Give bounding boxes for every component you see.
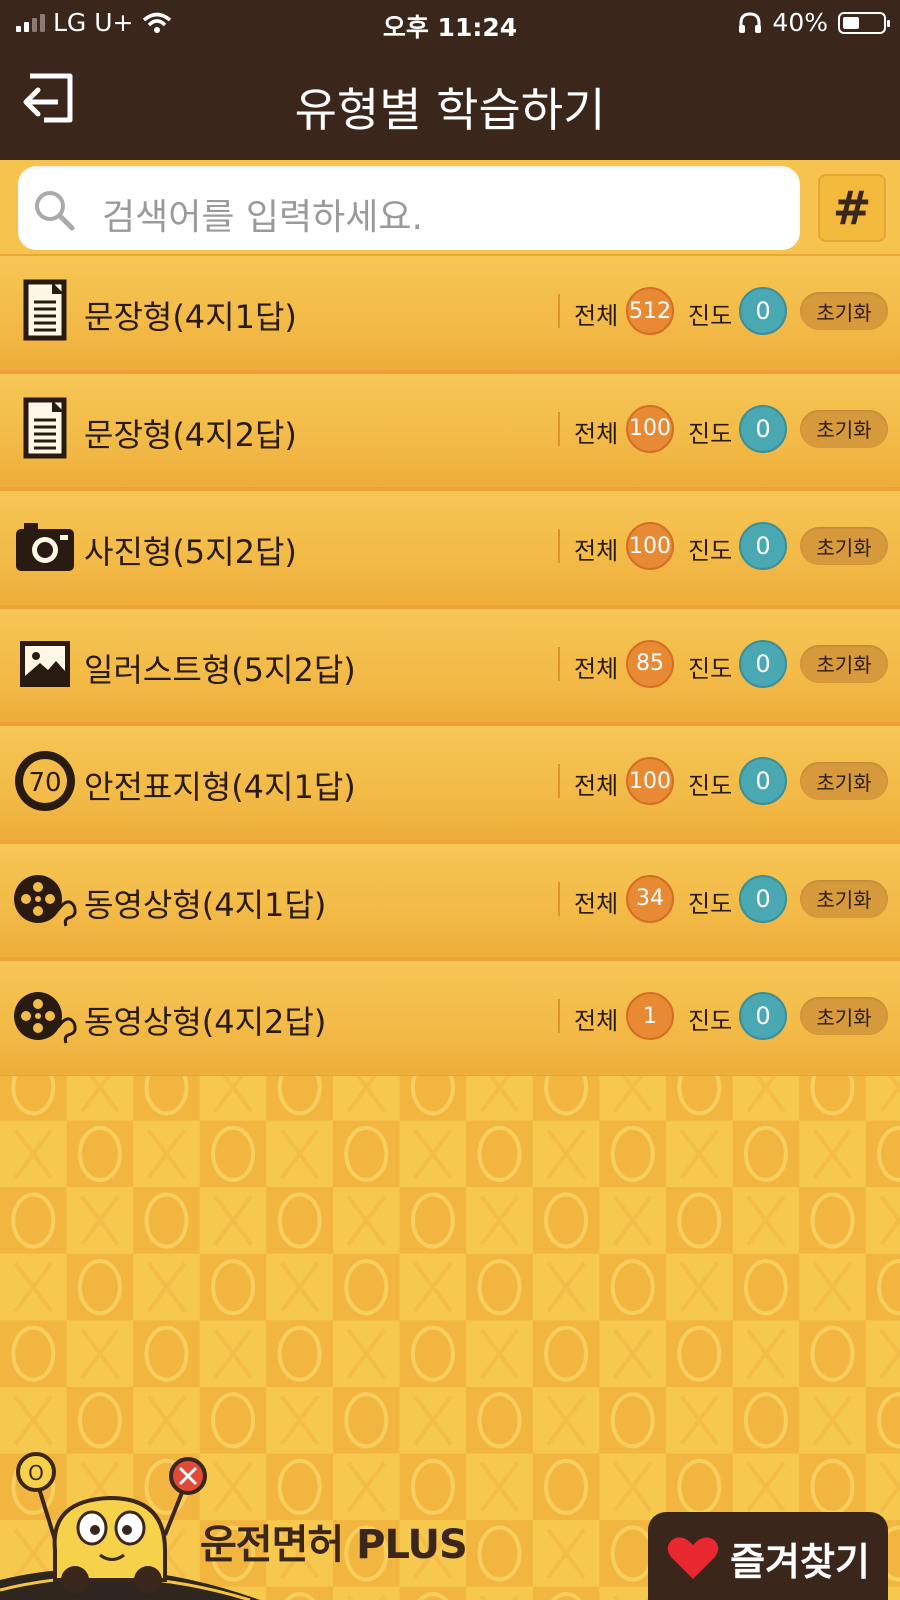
status-bar: LG U+ 오후 11:24 40% bbox=[0, 0, 900, 44]
progress-count-badge: 0 bbox=[739, 874, 787, 923]
category-label: 일러스트형(5지2답) bbox=[84, 650, 356, 689]
search-icon bbox=[35, 191, 75, 231]
category-row[interactable]: 사진형(5지2답) 전체 100 진도 0 초기화 bbox=[0, 491, 900, 609]
progress-label: 진도 bbox=[688, 1007, 733, 1035]
picture-icon bbox=[12, 631, 78, 697]
total-label: 전체 bbox=[574, 302, 619, 330]
total-label: 전체 bbox=[574, 654, 619, 683]
category-label: 동영상형(4지1답) bbox=[84, 885, 327, 924]
progress-count-badge: 0 bbox=[739, 287, 787, 335]
search-input[interactable]: 검색어를 입력하세요. bbox=[18, 166, 800, 250]
total-label: 전체 bbox=[574, 772, 619, 800]
reset-button[interactable]: 초기화 bbox=[800, 292, 888, 330]
divider bbox=[558, 881, 560, 916]
battery-icon bbox=[838, 11, 890, 34]
category-row[interactable]: 70 안전표지형(4지1답) 전체 100 진도 0 초기화 bbox=[0, 726, 900, 844]
category-label: 사진형(5지2답) bbox=[84, 533, 297, 571]
progress-count-badge: 0 bbox=[739, 992, 787, 1040]
category-label: 문장형(4지1답) bbox=[84, 298, 297, 336]
reset-button[interactable]: 초기화 bbox=[800, 997, 888, 1035]
progress-label: 진도 bbox=[688, 537, 733, 565]
total-count-badge: 100 bbox=[626, 404, 674, 453]
progress-count-badge: 0 bbox=[739, 757, 787, 805]
total-count-badge: 85 bbox=[626, 639, 674, 688]
category-row[interactable]: 문장형(4지1답) 전체 512 진도 0 초기화 bbox=[0, 256, 900, 374]
total-label: 전체 bbox=[574, 889, 619, 918]
progress-count-badge: 0 bbox=[739, 522, 787, 570]
battery-percent: 40% bbox=[772, 8, 828, 37]
reset-button[interactable]: 초기화 bbox=[800, 644, 888, 683]
total-count-badge: 34 bbox=[626, 874, 674, 923]
app-logo-text: 운전면허 PLUS bbox=[200, 1522, 468, 1568]
progress-label: 진도 bbox=[688, 889, 733, 918]
category-label: 안전표지형(4지1답) bbox=[84, 768, 356, 806]
film-reel-icon bbox=[12, 983, 78, 1049]
progress-count-badge: 0 bbox=[739, 639, 787, 688]
progress-label: 진도 bbox=[688, 302, 733, 330]
total-count-badge: 512 bbox=[626, 287, 674, 335]
total-count-badge: 1 bbox=[626, 992, 674, 1040]
svg-text:O: O bbox=[28, 1461, 44, 1485]
speed-sign-icon: 70 bbox=[12, 748, 78, 814]
document-icon bbox=[12, 396, 78, 462]
progress-label: 진도 bbox=[688, 654, 733, 683]
headphones-icon bbox=[739, 11, 762, 33]
favorites-label: 즐겨찾기 bbox=[730, 1539, 870, 1584]
reset-button[interactable]: 초기화 bbox=[800, 762, 888, 800]
divider bbox=[558, 529, 560, 563]
category-row[interactable]: 문장형(4지2답) 전체 100 진도 0 초기화 bbox=[0, 373, 900, 491]
divider bbox=[558, 646, 560, 681]
divider bbox=[558, 999, 560, 1033]
progress-label: 진도 bbox=[688, 772, 733, 800]
progress-count-badge: 0 bbox=[739, 404, 787, 453]
total-label: 전체 bbox=[574, 537, 619, 565]
heart-icon bbox=[667, 1537, 719, 1579]
category-label: 문장형(4지2답) bbox=[84, 415, 297, 454]
divider bbox=[558, 764, 560, 798]
reset-button[interactable]: 초기화 bbox=[800, 879, 888, 918]
total-count-badge: 100 bbox=[626, 757, 674, 805]
progress-label: 진도 bbox=[688, 419, 733, 448]
camera-icon bbox=[12, 513, 78, 579]
reset-button[interactable]: 초기화 bbox=[800, 409, 888, 448]
total-label: 전체 bbox=[574, 1007, 619, 1035]
reset-button[interactable]: 초기화 bbox=[800, 527, 888, 565]
app-header: 유형별 학습하기 bbox=[0, 44, 900, 160]
favorites-button[interactable]: 즐겨찾기 bbox=[648, 1512, 888, 1600]
category-label: 동영상형(4지2답) bbox=[84, 1003, 327, 1041]
hashtag-button[interactable]: # bbox=[818, 174, 886, 242]
search-placeholder: 검색어를 입력하세요. bbox=[102, 197, 423, 238]
search-bar: 검색어를 입력하세요. # bbox=[0, 160, 900, 256]
document-icon bbox=[12, 278, 78, 344]
divider bbox=[558, 411, 560, 446]
film-reel-icon bbox=[12, 866, 78, 932]
category-list: 문장형(4지1답) 전체 512 진도 0 초기화 문장형(4지2답) 전체 100 진도 0 초기화… bbox=[0, 256, 900, 1079]
page-title: 유형별 학습하기 bbox=[294, 83, 606, 137]
category-row[interactable]: 동영상형(4지2답) 전체 1 진도 0 초기화 bbox=[0, 961, 900, 1079]
divider bbox=[558, 294, 560, 328]
total-label: 전체 bbox=[574, 419, 619, 448]
speed-sign-text: 70 bbox=[28, 768, 61, 798]
category-row[interactable]: 동영상형(4지1답) 전체 34 진도 0 초기화 bbox=[0, 843, 900, 961]
total-count-badge: 100 bbox=[626, 522, 674, 570]
category-row[interactable]: 일러스트형(5지2답) 전체 85 진도 0 초기화 bbox=[0, 608, 900, 726]
